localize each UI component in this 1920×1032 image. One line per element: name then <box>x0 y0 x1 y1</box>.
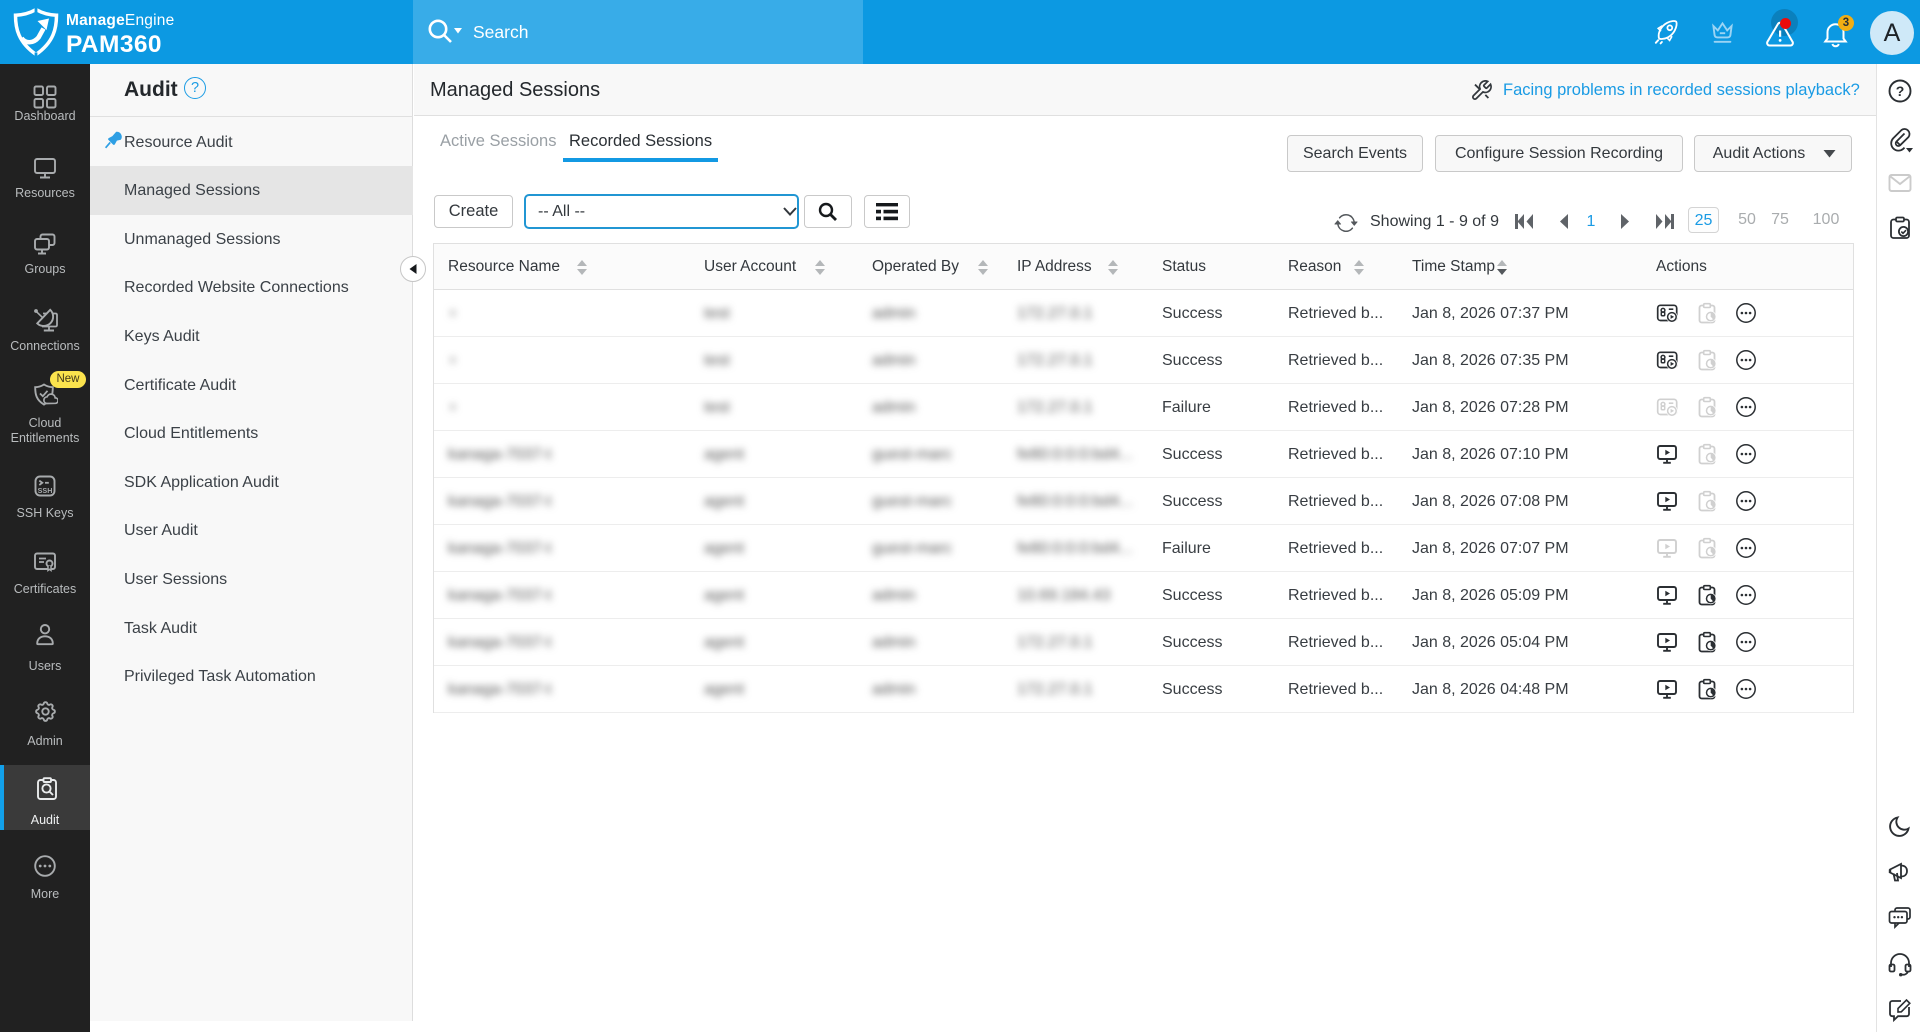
svg-text:SSH: SSH <box>38 486 53 495</box>
svg-text:?: ? <box>1896 83 1905 99</box>
